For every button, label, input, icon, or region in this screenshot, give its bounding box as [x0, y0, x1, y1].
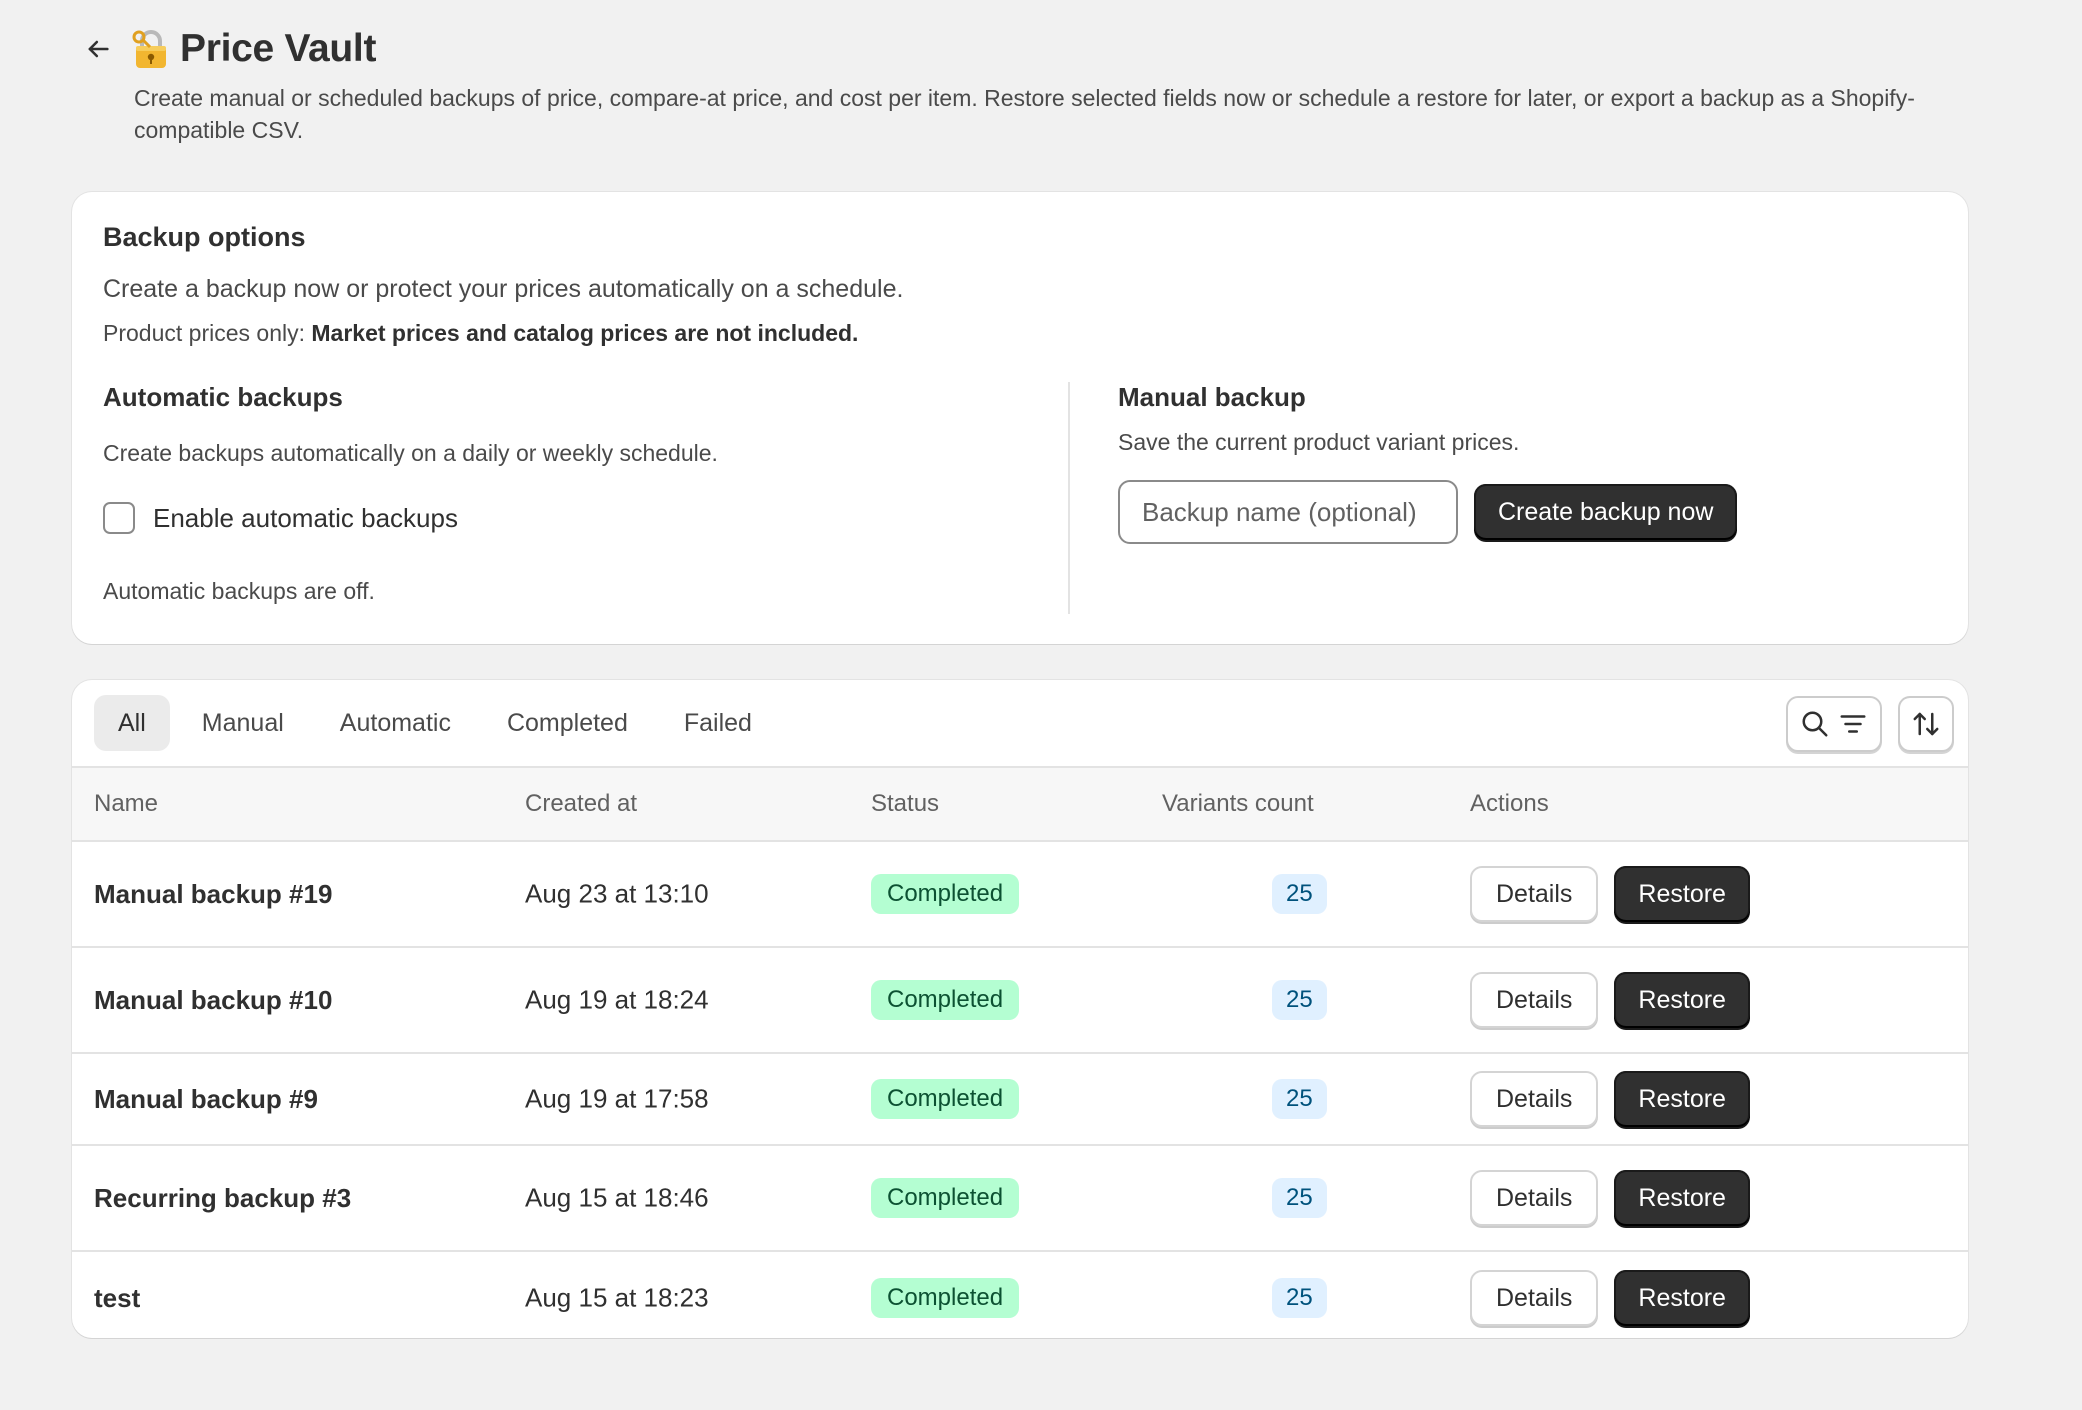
create-backup-button[interactable]: Create backup now — [1474, 484, 1738, 540]
variants-cell: 25 — [1272, 1178, 1327, 1218]
backup-name: test — [94, 1283, 141, 1313]
enable-automatic-backups-checkbox[interactable] — [103, 502, 135, 534]
backup-created-at: Aug 19 at 17:58 — [525, 1083, 709, 1114]
arrow-left-icon — [88, 40, 109, 58]
backup-options-card: Backup options Create a backup now or pr… — [72, 192, 1968, 644]
actions-cell: Details Restore — [1470, 1071, 1750, 1127]
backups-table-card: All Manual Automatic Completed Failed Na… — [72, 680, 1968, 1338]
tab-completed[interactable]: Completed — [483, 695, 652, 751]
variants-count-badge: 25 — [1272, 874, 1327, 914]
page-description: Create manual or scheduled backups of pr… — [134, 85, 1915, 143]
actions-cell: Details Restore — [1470, 866, 1750, 922]
table-row[interactable]: Manual backup #9 Aug 19 at 17:58 Complet… — [72, 1054, 1968, 1146]
table-header: Name Created at Status Variants count Ac… — [72, 768, 1968, 842]
column-header-status[interactable]: Status — [871, 790, 939, 818]
table-row[interactable]: Manual backup #19 Aug 23 at 13:10 Comple… — [72, 842, 1968, 948]
backup-name: Manual backup #19 — [94, 879, 333, 909]
status-badge: Completed — [871, 874, 1020, 914]
backup-columns: Automatic backups Create backups automat… — [103, 382, 1937, 614]
details-button[interactable]: Details — [1470, 972, 1599, 1028]
page-title: Price Vault — [180, 27, 377, 70]
column-header-created[interactable]: Created at — [525, 790, 637, 818]
automatic-backups-section: Automatic backups Create backups automat… — [103, 382, 1070, 614]
variants-count-badge: 25 — [1272, 1079, 1327, 1119]
title-row: Price Vault — [80, 22, 1980, 76]
restore-button[interactable]: Restore — [1614, 1071, 1750, 1127]
actions-cell: Details Restore — [1470, 972, 1750, 1028]
back-button[interactable] — [80, 31, 116, 67]
enable-automatic-backups-label: Enable automatic backups — [153, 502, 458, 533]
backup-name-input[interactable] — [1118, 480, 1458, 544]
automatic-backups-status: Automatic backups are off. — [103, 578, 375, 604]
filter-icon — [1840, 715, 1866, 733]
status-badge: Completed — [871, 980, 1020, 1020]
lock-with-key-icon — [132, 30, 166, 68]
status-badge: Completed — [871, 1278, 1020, 1318]
table-row[interactable]: Manual backup #10 Aug 19 at 18:24 Comple… — [72, 948, 1968, 1054]
tab-failed[interactable]: Failed — [660, 695, 776, 751]
manual-backup-row: Create backup now — [1118, 480, 1937, 544]
variants-cell: 25 — [1272, 1278, 1327, 1318]
filter-tabs: All Manual Automatic Completed Failed — [72, 680, 1968, 768]
variants-count-badge: 25 — [1272, 980, 1327, 1020]
tab-manual[interactable]: Manual — [178, 695, 308, 751]
manual-backup-title: Manual backup — [1118, 382, 1306, 412]
variants-cell: 25 — [1272, 874, 1327, 914]
search-filter-button[interactable] — [1786, 696, 1882, 752]
table-row[interactable]: Recurring backup #3 Aug 15 at 18:46 Comp… — [72, 1146, 1968, 1252]
table-row[interactable]: test Aug 15 at 18:23 Completed 25 Detail… — [72, 1252, 1968, 1338]
column-header-name[interactable]: Name — [94, 790, 158, 818]
status-cell: Completed — [871, 1278, 1020, 1318]
backup-created-at: Aug 15 at 18:23 — [525, 1282, 709, 1313]
status-cell: Completed — [871, 1178, 1020, 1218]
backup-name: Manual backup #10 — [94, 985, 333, 1015]
restore-button[interactable]: Restore — [1614, 1170, 1750, 1226]
status-cell: Completed — [871, 1079, 1020, 1119]
backup-options-title: Backup options — [103, 222, 306, 252]
backup-name: Manual backup #9 — [94, 1084, 318, 1114]
actions-cell: Details Restore — [1470, 1170, 1750, 1226]
details-button[interactable]: Details — [1470, 866, 1599, 922]
tab-all[interactable]: All — [94, 695, 170, 751]
variants-cell: 25 — [1272, 980, 1327, 1020]
tab-automatic[interactable]: Automatic — [316, 695, 475, 751]
restore-button[interactable]: Restore — [1614, 1270, 1750, 1326]
page-header: Price Vault Create manual or scheduled b… — [80, 22, 1980, 146]
backup-created-at: Aug 19 at 18:24 — [525, 984, 709, 1015]
sort-icon — [1913, 712, 1939, 736]
sort-button[interactable] — [1898, 696, 1954, 752]
variants-count-badge: 25 — [1272, 1278, 1327, 1318]
backup-name: Recurring backup #3 — [94, 1183, 352, 1213]
actions-cell: Details Restore — [1470, 1270, 1750, 1326]
details-button[interactable]: Details — [1470, 1071, 1599, 1127]
column-header-variants[interactable]: Variants count — [1162, 790, 1314, 818]
manual-backup-section: Manual backup Save the current product v… — [1070, 382, 1937, 614]
variants-cell: 25 — [1272, 1079, 1327, 1119]
search-icon — [1802, 711, 1828, 737]
status-cell: Completed — [871, 874, 1020, 914]
variants-count-badge: 25 — [1272, 1178, 1327, 1218]
manual-backup-text: Save the current product variant prices. — [1118, 429, 1520, 455]
restore-button[interactable]: Restore — [1614, 972, 1750, 1028]
note-prefix: Product prices only: — [103, 320, 312, 346]
automatic-backups-text: Create backups automatically on a daily … — [103, 440, 718, 466]
backup-options-text: Create a backup now or protect your pric… — [103, 275, 904, 303]
backup-options-note: Product prices only: Market prices and c… — [103, 320, 1937, 347]
column-header-actions: Actions — [1470, 790, 1549, 817]
status-badge: Completed — [871, 1178, 1020, 1218]
enable-automatic-backups-checkbox-row[interactable]: Enable automatic backups — [103, 502, 458, 534]
restore-button[interactable]: Restore — [1614, 866, 1750, 922]
details-button[interactable]: Details — [1470, 1270, 1599, 1326]
page: Price Vault Create manual or scheduled b… — [0, 0, 2082, 1410]
details-button[interactable]: Details — [1470, 1170, 1599, 1226]
backup-created-at: Aug 23 at 13:10 — [525, 878, 709, 909]
backup-created-at: Aug 15 at 18:46 — [525, 1182, 709, 1213]
automatic-backups-title: Automatic backups — [103, 382, 343, 412]
status-badge: Completed — [871, 1079, 1020, 1119]
status-cell: Completed — [871, 980, 1020, 1020]
note-bold: Market prices and catalog prices are not… — [311, 320, 859, 346]
